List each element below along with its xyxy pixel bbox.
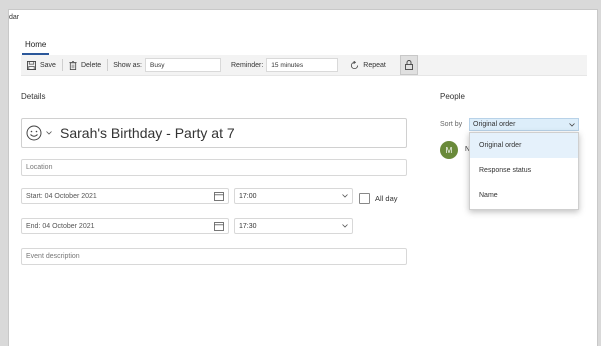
details-heading: Details xyxy=(21,92,46,101)
tab-home[interactable]: Home xyxy=(22,40,50,55)
sort-option-original-order[interactable]: Original order xyxy=(470,133,578,158)
lock-icon xyxy=(404,60,413,70)
emoji-picker[interactable] xyxy=(22,125,52,141)
reminder-value: 15 minutes xyxy=(271,61,304,69)
chevron-down-icon xyxy=(342,224,348,228)
sort-dropdown-menu: Original order Response status Name xyxy=(469,132,579,210)
ribbon-tabs: Home xyxy=(22,34,50,55)
reminder-label: Reminder: xyxy=(231,61,264,69)
show-as-value: Busy xyxy=(150,61,165,69)
chevron-down-icon xyxy=(342,194,348,198)
description-placeholder: Event description xyxy=(26,253,80,260)
show-as-select[interactable]: Busy xyxy=(145,58,221,72)
save-icon xyxy=(27,60,36,70)
sort-by-label: Sort by xyxy=(440,121,463,128)
start-time: 17:00 xyxy=(239,192,257,200)
people-heading: People xyxy=(440,92,465,101)
event-title-field[interactable]: Sarah's Birthday - Party at 7 xyxy=(21,118,407,148)
sort-by-select[interactable]: Original order xyxy=(469,118,579,131)
end-date: End: 04 October 2021 xyxy=(26,222,95,230)
avatar-initial: M xyxy=(445,145,453,155)
repeat-icon xyxy=(351,60,359,69)
end-date-field[interactable]: End: 04 October 2021 xyxy=(21,218,229,234)
description-field[interactable]: Event description xyxy=(21,248,407,265)
save-button[interactable]: Save xyxy=(21,55,62,75)
all-day-checkbox[interactable] xyxy=(359,193,370,204)
end-time-select[interactable]: 17:30 xyxy=(234,218,353,234)
start-date: Start: 04 October 2021 xyxy=(26,192,97,200)
smiley-icon xyxy=(26,125,42,141)
location-placeholder: Location xyxy=(26,164,53,171)
repeat-button[interactable]: Repeat xyxy=(344,55,392,75)
delete-button[interactable]: Delete xyxy=(63,55,107,75)
chevron-down-icon xyxy=(569,122,575,127)
delete-label: Delete xyxy=(80,61,102,69)
all-day-label: All day xyxy=(375,194,398,203)
reminder-select[interactable]: 15 minutes xyxy=(266,58,339,72)
chevron-down-icon xyxy=(46,131,52,135)
calendar-icon xyxy=(214,191,224,201)
calendar-icon xyxy=(214,221,224,231)
repeat-label: Repeat xyxy=(363,61,386,69)
private-button[interactable] xyxy=(399,55,418,75)
sort-option-name[interactable]: Name xyxy=(470,183,578,208)
trash-icon xyxy=(69,60,77,70)
avatar: M xyxy=(440,141,458,159)
end-time: 17:30 xyxy=(239,222,257,230)
start-time-select[interactable]: 17:00 xyxy=(234,188,353,204)
toolbar: Save Delete Show as: Busy Reminder: 15 m… xyxy=(21,55,587,76)
sort-option-response-status[interactable]: Response status xyxy=(470,158,578,183)
start-date-field[interactable]: Start: 04 October 2021 xyxy=(21,188,229,204)
save-label: Save xyxy=(40,61,56,69)
location-field[interactable]: Location xyxy=(21,159,407,176)
window-title: dar xyxy=(9,14,20,21)
sort-by-value: Original order xyxy=(473,121,516,128)
show-as-label: Show as: xyxy=(113,61,142,69)
event-title: Sarah's Birthday - Party at 7 xyxy=(60,125,235,141)
calendar-window: dar Home Save Delete Show as: Busy Remin… xyxy=(9,10,597,346)
